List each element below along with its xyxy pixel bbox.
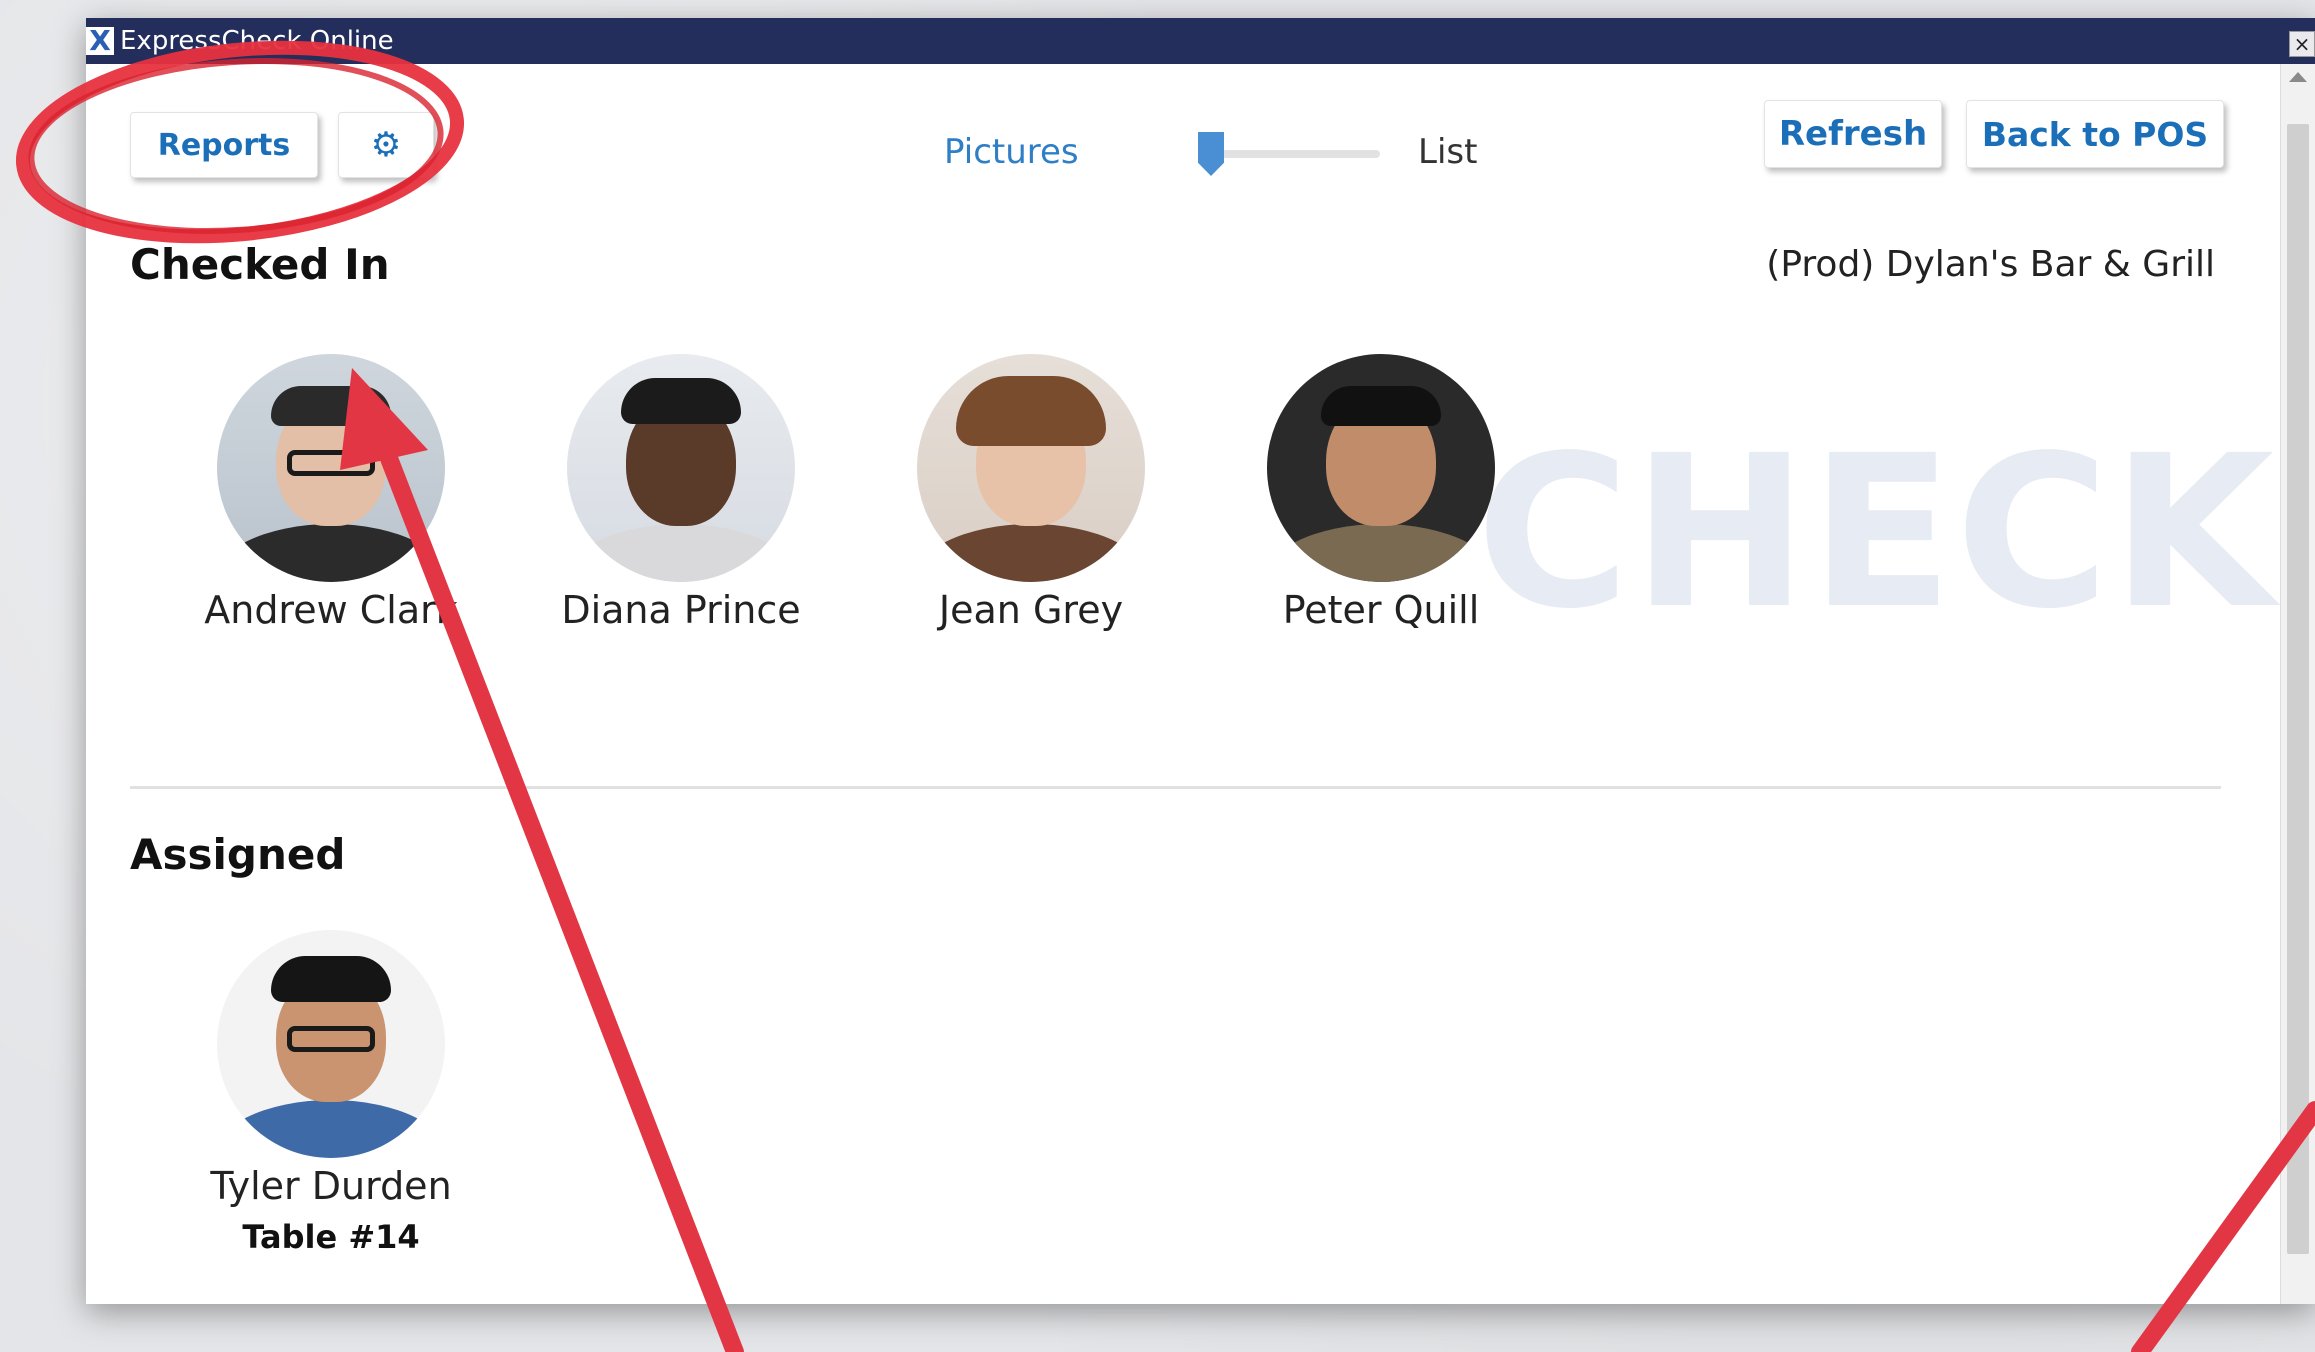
view-pictures-label[interactable]: Pictures <box>944 132 1079 172</box>
table-assignment: Table #14 <box>242 1218 420 1256</box>
location-label: (Prod) Dylan's Bar & Grill <box>1766 244 2215 285</box>
employee-name: Tyler Durden <box>210 1164 452 1208</box>
vertical-scrollbar[interactable] <box>2280 64 2315 1304</box>
employee-card[interactable]: Andrew Clark <box>181 354 481 632</box>
avatar[interactable] <box>217 930 445 1158</box>
close-icon[interactable]: × <box>2289 31 2315 57</box>
section-divider <box>130 786 2221 789</box>
avatar[interactable] <box>567 354 795 582</box>
refresh-button[interactable]: Refresh <box>1764 100 1942 168</box>
view-slider-thumb[interactable] <box>1198 132 1224 176</box>
app-window: X ExpressCheck Online × Reports ⚙ Pictur… <box>86 18 2315 1304</box>
employee-card[interactable]: Peter Quill <box>1231 354 1531 632</box>
title-bar: X ExpressCheck Online × <box>86 18 2315 64</box>
reports-button[interactable]: Reports <box>130 112 318 178</box>
scrollbar-thumb[interactable] <box>2287 124 2309 1254</box>
settings-button[interactable]: ⚙ <box>338 112 434 178</box>
employee-name: Andrew Clark <box>204 588 458 632</box>
employee-card[interactable]: Jean Grey <box>881 354 1181 632</box>
avatar[interactable] <box>217 354 445 582</box>
app-logo-icon: X <box>86 27 114 55</box>
employee-card[interactable]: Diana Prince <box>531 354 831 632</box>
avatar[interactable] <box>1267 354 1495 582</box>
window-title: ExpressCheck Online <box>120 26 394 56</box>
employee-name: Diana Prince <box>561 588 801 632</box>
gear-icon: ⚙ <box>370 125 402 165</box>
back-to-pos-button[interactable]: Back to POS <box>1966 100 2224 168</box>
employee-card[interactable]: Tyler Durden Table #14 <box>181 930 481 1256</box>
view-list-label[interactable]: List <box>1418 132 1477 172</box>
employee-name: Peter Quill <box>1282 588 1480 632</box>
view-slider-track[interactable] <box>1204 150 1380 158</box>
checked-in-heading: Checked In <box>130 240 390 289</box>
employee-name: Jean Grey <box>938 588 1124 632</box>
avatar[interactable] <box>917 354 1145 582</box>
brand-watermark: CHECK <box>1476 410 2277 655</box>
scroll-up-icon[interactable] <box>2289 72 2307 82</box>
assigned-heading: Assigned <box>130 830 346 879</box>
